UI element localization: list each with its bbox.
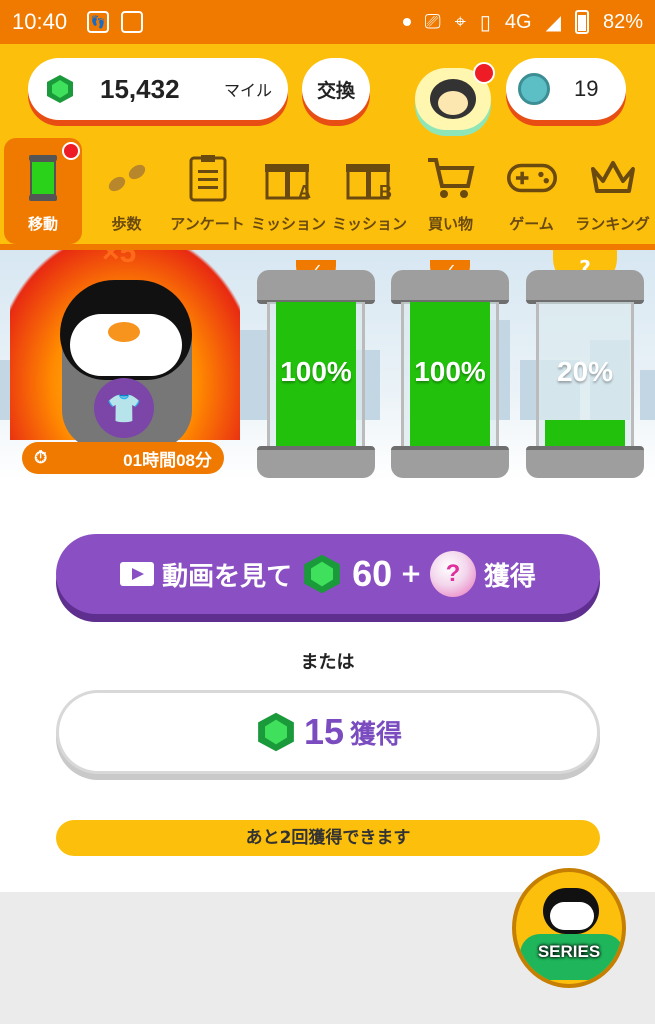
nav-item-ranking[interactable]: ランキング [572,138,653,244]
penguin-beak [108,322,140,342]
watch-video-button[interactable]: 動画を見て 60 + ? 獲得 [56,534,600,614]
crown-icon [588,153,638,203]
svg-text:B: B [379,182,392,200]
shirt-icon[interactable]: 👕 [94,378,154,438]
tank-base [391,446,509,478]
app-header: 15,432 マイル 交換 19 移動 歩数 アンケート A ミッション B ミ… [0,44,655,250]
nav-label: 買い物 [427,215,473,233]
gift-a-icon: A [264,153,314,203]
video-reward-suffix: 獲得 [483,561,536,592]
coin-balance[interactable]: 19 [506,58,626,120]
video-button-label: 動画を見て [162,561,293,592]
cart-icon [426,153,476,203]
collect-amount: 15 [303,711,345,752]
battery-tank-icon [18,153,68,203]
tank-percent: 20% [556,356,614,387]
tank-cap [257,270,375,304]
remaining-count-banner: あと2回獲得できます [56,820,600,856]
nav-label: ミッション [250,215,326,233]
cast-icon: ⎚ [424,10,441,33]
timer-value: 01時間08分 [123,450,212,470]
video-icon [120,562,155,586]
battery-tank-2[interactable]: ✓ 100% [391,260,509,480]
nav-item-mission-a[interactable]: A ミッション [248,138,329,244]
gift-b-icon: B [345,153,395,203]
battery-tank-1[interactable]: ✓ 100% [257,260,375,480]
battery-scene: ×5 👕 ⏱ 01時間08分 ✓ 100% ✓ 100% ? 20% [0,250,655,480]
nav-label: ランキング [575,215,650,233]
coin-icon [518,73,550,105]
nav-item-mission-b[interactable]: B ミッション [329,138,410,244]
phone-notification-icon [121,11,144,33]
video-reward-amount: 60 [352,553,393,594]
status-time: 10:40 [12,9,68,34]
tank-percent: 100% [280,356,352,387]
tank-cap [526,270,644,304]
miles-balance[interactable]: 15,432 マイル [28,58,288,120]
clipboard-icon [183,153,233,203]
notification-badge [62,142,80,160]
battery-icon [574,10,589,34]
exchange-button[interactable]: 交換 [302,58,370,120]
reward-panel: 動画を見て 60 + ? 獲得 または 15 獲得 あと2回獲得できます [0,480,655,892]
notification-badge [473,62,495,84]
coin-count: 19 [574,76,599,101]
collect-button[interactable]: 15 獲得 [56,690,600,774]
signal-icon: ◢ [545,11,561,34]
status-bar: 10:40 👣 ⎚ ⌖ ▯ 4G ◢ 82% [0,0,655,44]
collect-suffix: 獲得 [350,719,403,750]
plus-sign: + [400,559,422,589]
footprints-icon [102,153,152,203]
or-separator: または [300,652,355,673]
series-label: SERIES [537,942,601,961]
vibrate-icon: ▯ [479,11,491,34]
battery-tank-3[interactable]: ? 20% [526,250,644,480]
notification-dot-icon [402,18,411,26]
multiplier-label: ×5 [102,250,137,269]
nav-label: 移動 [27,215,58,233]
location-icon: ⌖ [454,10,466,33]
emerald-gem-icon [304,554,340,594]
footprint-notification-icon: 👣 [87,11,110,33]
miles-unit: マイル [223,81,272,100]
penguin-avatar-icon [430,79,476,119]
nav-item-shopping[interactable]: 買い物 [410,138,491,244]
nav-label: アンケート [170,215,245,233]
mystery-capsule-icon: ? [429,551,476,597]
tank-base [526,446,644,478]
nav-item-steps[interactable]: 歩数 [86,138,167,244]
miles-value: 15,432 [100,73,180,104]
nav-item-survey[interactable]: アンケート [167,138,248,244]
emerald-gem-icon [258,712,294,752]
stopwatch-icon: ⏱ [34,448,48,467]
nav-label: ミッション [331,215,407,233]
penguin-face [550,902,594,930]
tank-percent: 100% [414,356,486,387]
nav-label: ゲーム [509,215,554,233]
boost-timer: ⏱ 01時間08分 [22,442,224,474]
profile-avatar-button[interactable] [415,62,495,130]
tank-base [257,446,375,478]
nav-label: 歩数 [111,215,142,233]
nav-item-move[interactable]: 移動 [4,138,82,244]
svg-text:A: A [298,182,311,200]
tank-cap [391,270,509,304]
network-type: 4G [504,10,532,33]
emerald-gem-icon [47,75,73,103]
gamepad-icon [506,153,557,203]
series-button[interactable]: SERIES [512,868,626,988]
category-nav: 移動 歩数 アンケート A ミッション B ミッション 買い物 ゲーム ランキン… [0,138,655,244]
battery-percent: 82% [602,10,643,33]
nav-item-game[interactable]: ゲーム [491,138,572,244]
